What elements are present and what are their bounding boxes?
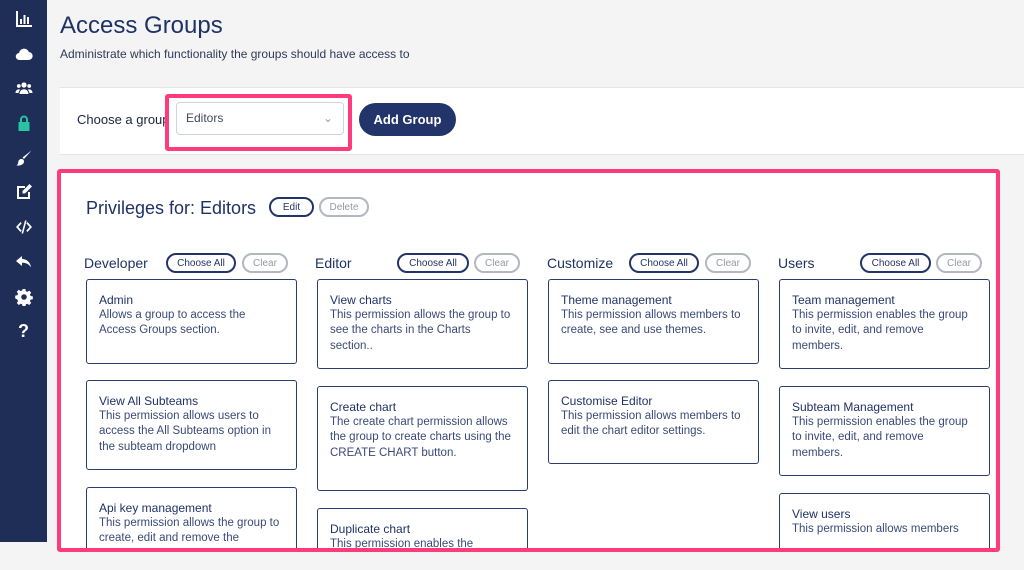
analytics-icon[interactable] bbox=[13, 8, 35, 30]
panel-highlight bbox=[57, 169, 1000, 552]
add-group-button[interactable]: Add Group bbox=[359, 103, 456, 136]
page-subtitle: Administrate which functionality the gro… bbox=[60, 47, 410, 61]
undo-icon[interactable] bbox=[13, 251, 35, 273]
brush-icon[interactable] bbox=[13, 147, 35, 169]
page-title: Access Groups bbox=[60, 12, 223, 39]
gear-icon[interactable] bbox=[13, 286, 35, 308]
cloud-icon[interactable] bbox=[13, 43, 35, 65]
choose-group-label: Choose a group bbox=[77, 112, 170, 127]
code-icon[interactable] bbox=[13, 216, 35, 238]
help-icon[interactable]: ? bbox=[13, 320, 35, 342]
sidebar: ? bbox=[0, 0, 47, 542]
select-highlight bbox=[165, 94, 352, 151]
help-glyph: ? bbox=[18, 320, 29, 341]
lock-icon[interactable] bbox=[13, 112, 35, 134]
users-icon[interactable] bbox=[13, 77, 35, 99]
edit-icon[interactable] bbox=[13, 181, 35, 203]
